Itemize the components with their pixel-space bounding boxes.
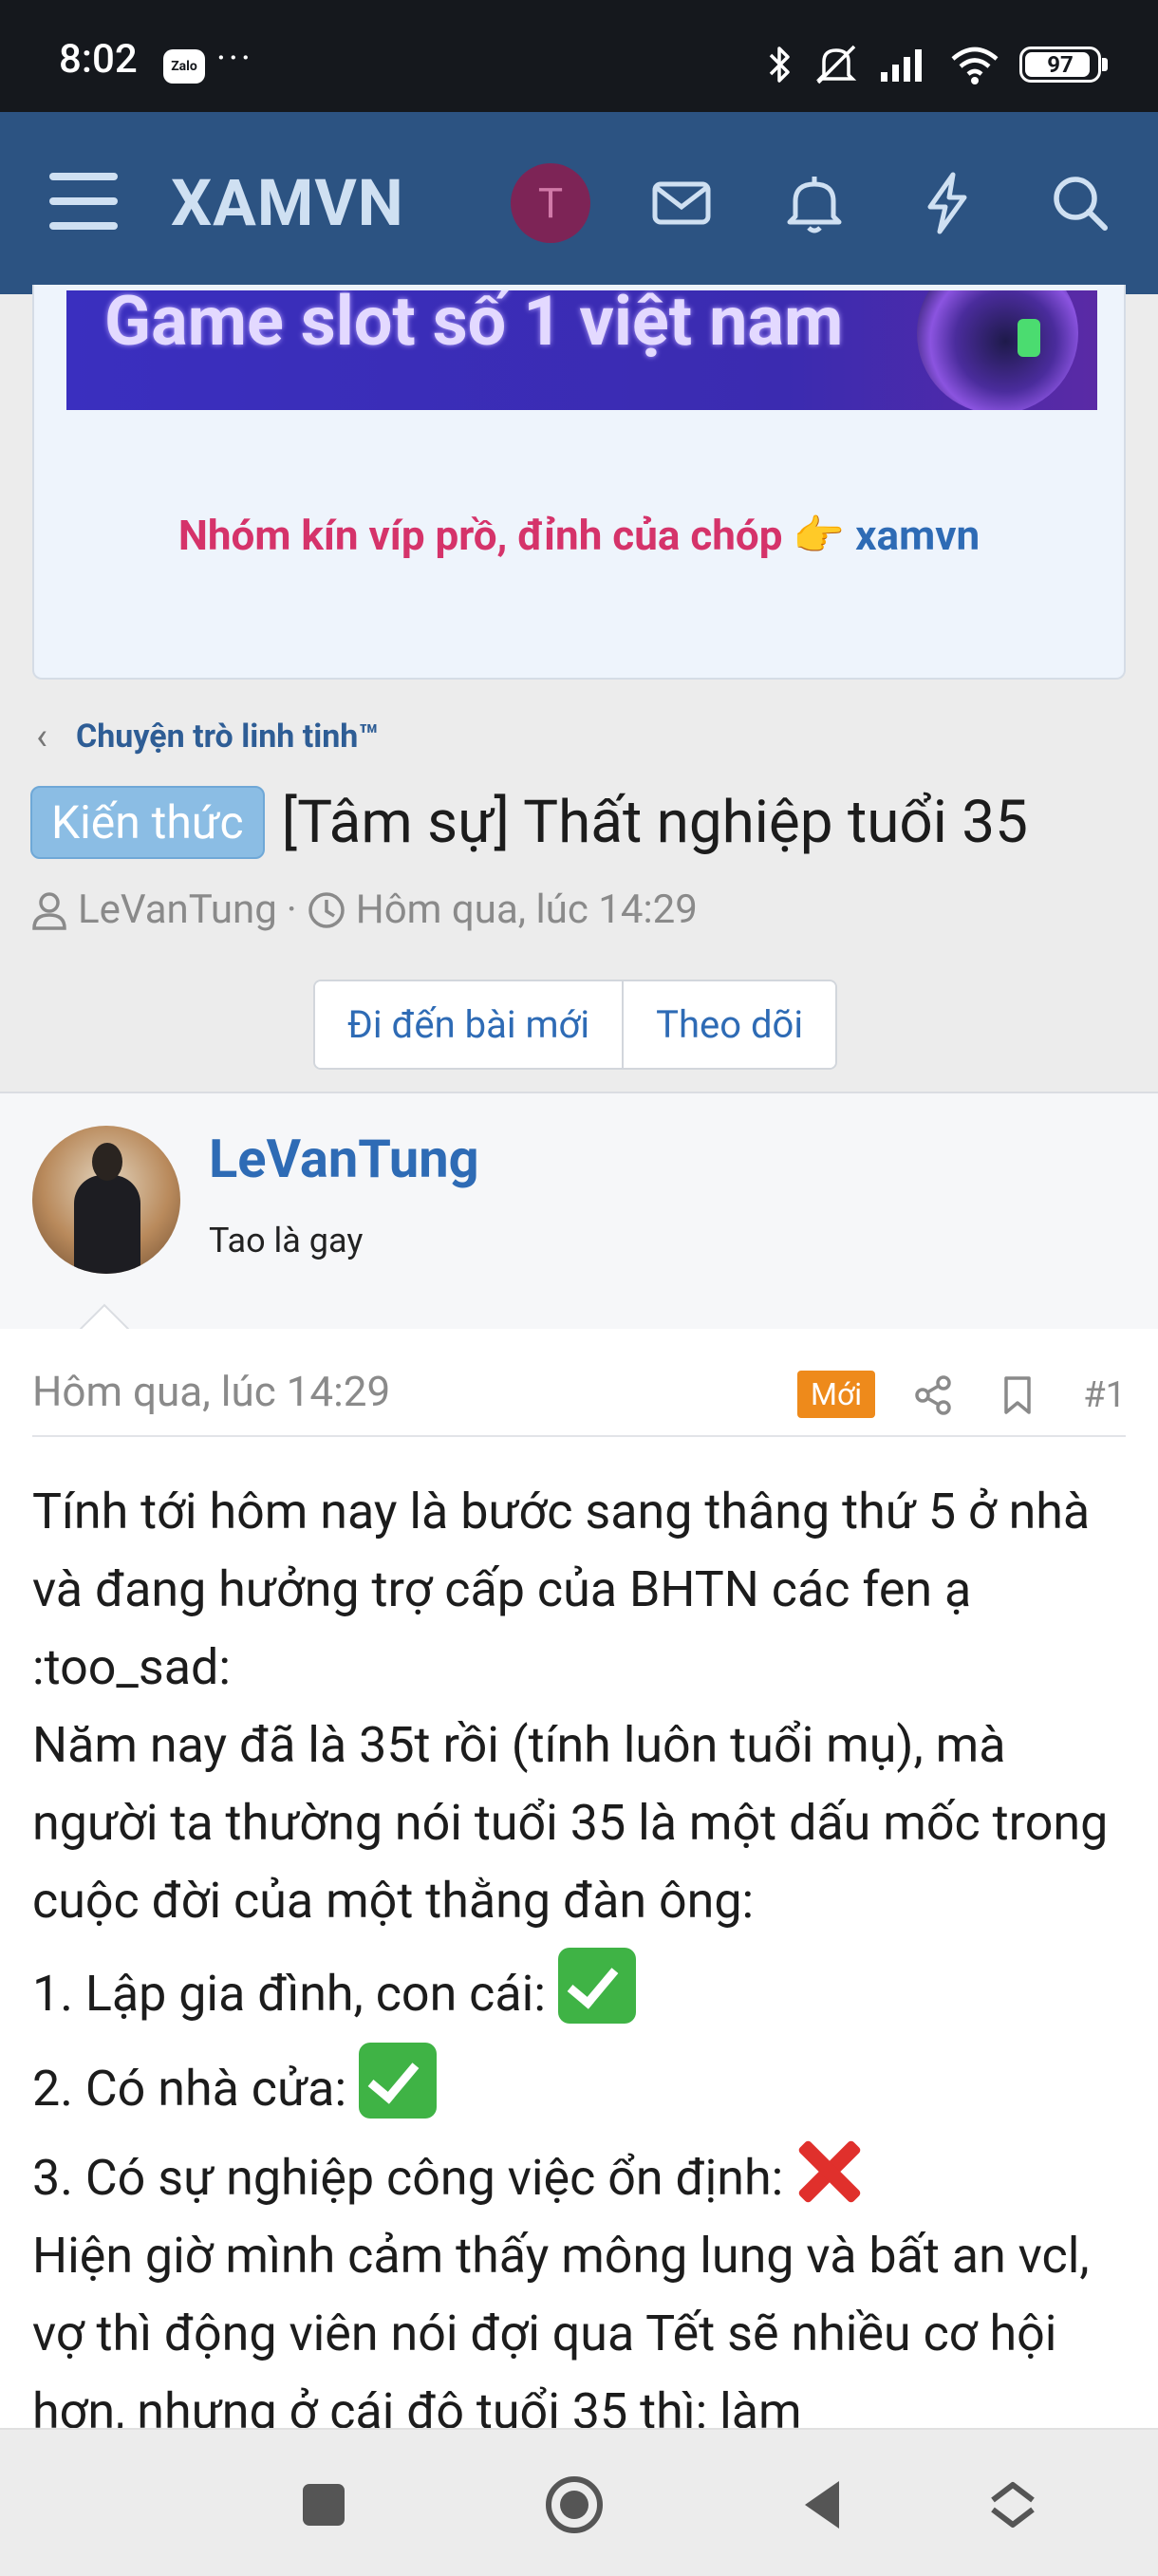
- thread-meta: LeVanTung · Hôm qua, lúc 14:29: [30, 887, 698, 933]
- check-mark-icon: [557, 1948, 636, 2024]
- post-header: Hôm qua, lúc 14:29 Mới #1: [32, 1367, 1126, 1437]
- bookmark-icon[interactable]: [999, 1374, 1037, 1416]
- thread-time[interactable]: Hôm qua, lúc 14:29: [356, 887, 698, 933]
- home-circle-icon[interactable]: [541, 2472, 607, 2538]
- post-content: Tính tới hôm nay là bước sang thâng thứ …: [32, 1473, 1133, 2451]
- post-time[interactable]: Hôm qua, lúc 14:29: [32, 1367, 390, 1416]
- inbox-icon[interactable]: [645, 167, 718, 239]
- goto-new-post-button[interactable]: Đi đến bài mới: [315, 981, 623, 1068]
- post-list-item: 1. Lập gia đình, con cái:: [32, 1948, 1133, 2033]
- ad-gem: [1018, 319, 1040, 357]
- user-title: Tao là gay: [209, 1221, 364, 1260]
- account-avatar[interactable]: T: [511, 163, 590, 243]
- thread-title: [Tâm sự] Thất nghiệp tuổi 35: [281, 788, 1028, 857]
- thread-title-row: Kiến thức [Tâm sự] Thất nghiệp tuổi 35: [30, 786, 1028, 859]
- share-icon[interactable]: [913, 1374, 955, 1416]
- wifi-icon: [951, 47, 999, 84]
- rotate-icon[interactable]: [980, 2472, 1046, 2538]
- post-number[interactable]: #1: [1083, 1374, 1126, 1416]
- user-avatar[interactable]: [32, 1126, 180, 1274]
- list-item-text: 2. Có nhà cửa:: [32, 2060, 347, 2118]
- promo-message: Nhóm kín víp prồ, đỉnh của chóp 👉 xamvn: [34, 511, 1124, 560]
- post-pointer: [80, 1303, 129, 1330]
- status-bar: 8:02 Zalo ··· 97: [0, 0, 1158, 112]
- signal-icon: [881, 49, 922, 82]
- promo-link[interactable]: xamvn: [855, 511, 980, 560]
- post-paragraph: Tính tới hôm nay là bước sang thâng thứ …: [32, 1483, 1091, 1696]
- battery-level: 97: [1047, 51, 1074, 78]
- status-icons: 97: [765, 42, 1108, 87]
- mute-icon: [815, 45, 857, 84]
- clock-icon: [308, 891, 345, 928]
- ad-banner-text: Game slot số 1 việt nam: [104, 290, 844, 362]
- thread-prefix-badge[interactable]: Kiến thức: [30, 786, 265, 859]
- meta-separator: ·: [286, 887, 297, 933]
- list-item-text: 3. Có sự nghiệp công việc ổn định:: [32, 2149, 784, 2207]
- post-list-item: 2. Có nhà cửa:: [32, 2043, 1133, 2128]
- menu-icon[interactable]: [49, 173, 118, 230]
- ad-graphic: [917, 290, 1078, 410]
- post-user-info: LeVanTung Tao là gay: [0, 1092, 1158, 1333]
- promo-text: Nhóm kín víp prồ, đỉnh của chóp 👉: [177, 511, 846, 560]
- ad-banner[interactable]: Game slot số 1 việt nam: [66, 290, 1097, 410]
- search-icon[interactable]: [1044, 167, 1116, 239]
- new-badge: Mới: [797, 1371, 876, 1418]
- site-logo[interactable]: XAMVN: [171, 165, 404, 241]
- back-triangle-icon[interactable]: [792, 2472, 858, 2538]
- chevron-left-icon: ‹: [36, 714, 48, 758]
- thread-actions: Đi đến bài mới Theo dõi: [313, 980, 838, 1070]
- system-navigation-bar: [0, 2428, 1158, 2576]
- user-icon: [32, 891, 66, 930]
- advertisement-card: Game slot số 1 việt nam Nhóm kín víp prồ…: [32, 285, 1126, 680]
- status-time: 8:02: [59, 36, 138, 83]
- post-username[interactable]: LeVanTung: [209, 1128, 479, 1190]
- recents-square-icon[interactable]: [290, 2472, 357, 2538]
- follow-button[interactable]: Theo dõi: [622, 981, 836, 1068]
- bluetooth-icon: [769, 47, 790, 83]
- post-paragraph: Hiện giờ mình cảm thấy mông lung và bất …: [32, 2227, 1090, 2440]
- cross-mark-icon: [795, 2137, 862, 2204]
- post-list-item: 3. Có sự nghiệp công việc ổn định:: [32, 2137, 1133, 2217]
- post-paragraph: Năm nay đã là 35t rồi (tính luôn tuổi mụ…: [32, 1716, 1109, 1930]
- check-mark-icon: [358, 2043, 437, 2119]
- list-item-text: 1. Lập gia đình, con cái:: [32, 1965, 546, 2023]
- more-notifications-icon: ···: [216, 38, 253, 80]
- lightning-icon[interactable]: [911, 167, 983, 239]
- post-body: Hôm qua, lúc 14:29 Mới #1 Tính tới hôm n…: [0, 1329, 1158, 2440]
- thread-author[interactable]: LeVanTung: [78, 887, 277, 933]
- bell-icon[interactable]: [778, 167, 850, 239]
- breadcrumb-forum[interactable]: Chuyện trò linh tinh™: [76, 718, 379, 756]
- breadcrumb[interactable]: ‹ Chuyện trò linh tinh™: [36, 714, 379, 758]
- top-navbar: XAMVN T: [0, 112, 1158, 294]
- battery-icon: 97: [1019, 47, 1108, 83]
- zalo-notification-icon: Zalo: [163, 49, 205, 84]
